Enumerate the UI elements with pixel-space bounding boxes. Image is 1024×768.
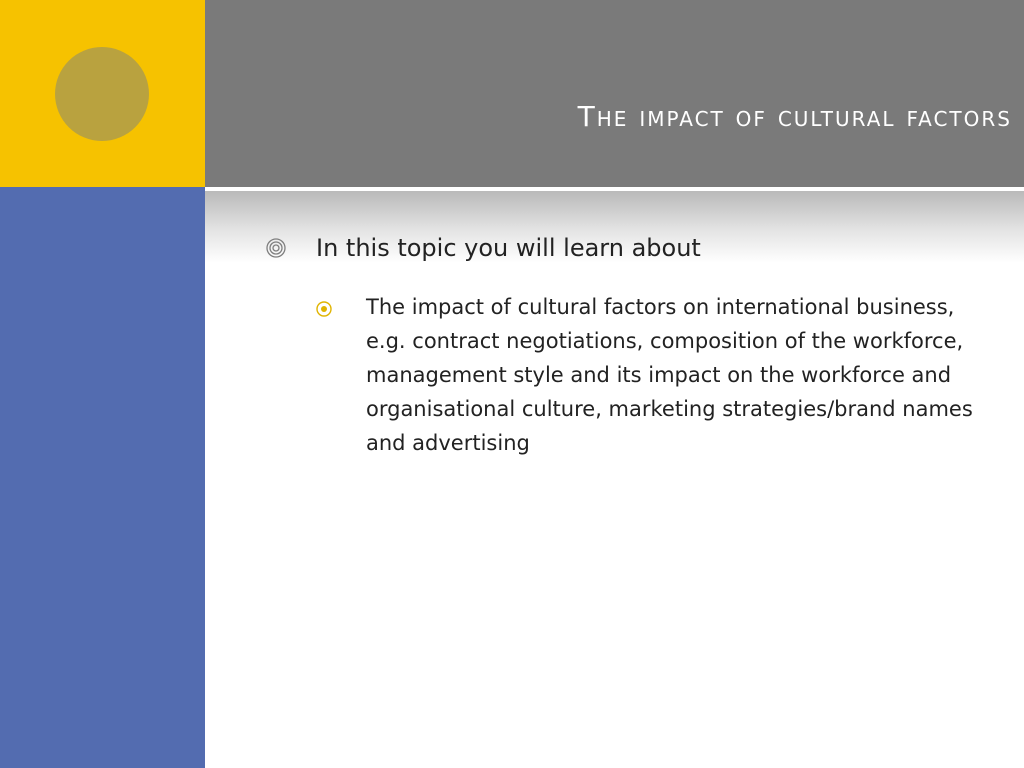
circle-dot-icon — [312, 297, 336, 321]
bullet-text-level1: In this topic you will learn about — [316, 234, 701, 262]
yellow-corner-block — [0, 0, 205, 187]
bullet-item-level1: In this topic you will learn about — [262, 230, 992, 266]
decorative-circle — [55, 47, 149, 141]
bullet-item-level2: The impact of cultural factors on intern… — [312, 290, 992, 460]
circle-target-icon — [262, 234, 290, 262]
slide-content: In this topic you will learn about The i… — [262, 230, 992, 460]
bullet-text-level2: The impact of cultural factors on intern… — [366, 295, 973, 455]
title-bar: The impact of cultural factors — [205, 0, 1024, 187]
slide: The impact of cultural factors In this t… — [0, 0, 1024, 768]
slide-title: The impact of cultural factors — [577, 100, 1012, 133]
blue-side-panel — [0, 187, 205, 768]
